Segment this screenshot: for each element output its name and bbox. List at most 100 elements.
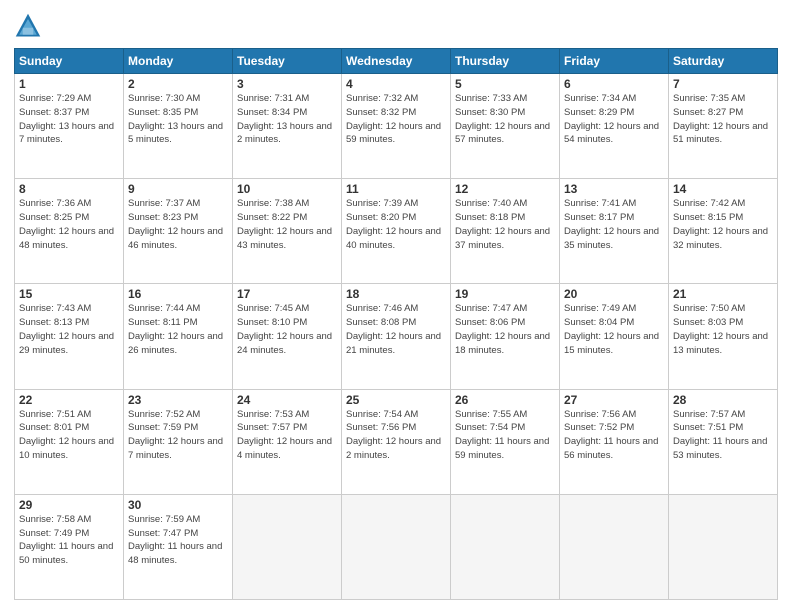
calendar-cell: 11 Sunrise: 7:39 AMSunset: 8:20 PMDaylig… [342, 179, 451, 284]
weekday-header-saturday: Saturday [669, 49, 778, 74]
day-number: 11 [346, 182, 446, 196]
day-number: 17 [237, 287, 337, 301]
day-info: Sunrise: 7:47 AMSunset: 8:06 PMDaylight:… [455, 303, 550, 355]
day-number: 7 [673, 77, 773, 91]
calendar-week-1: 1 Sunrise: 7:29 AMSunset: 8:37 PMDayligh… [15, 74, 778, 179]
calendar-cell [669, 494, 778, 599]
weekday-header-sunday: Sunday [15, 49, 124, 74]
calendar-cell: 17 Sunrise: 7:45 AMSunset: 8:10 PMDaylig… [233, 284, 342, 389]
day-info: Sunrise: 7:46 AMSunset: 8:08 PMDaylight:… [346, 303, 441, 355]
calendar-cell: 2 Sunrise: 7:30 AMSunset: 8:35 PMDayligh… [124, 74, 233, 179]
day-number: 10 [237, 182, 337, 196]
day-info: Sunrise: 7:40 AMSunset: 8:18 PMDaylight:… [455, 198, 550, 250]
header [14, 12, 778, 40]
day-number: 15 [19, 287, 119, 301]
day-info: Sunrise: 7:52 AMSunset: 7:59 PMDaylight:… [128, 409, 223, 461]
day-info: Sunrise: 7:45 AMSunset: 8:10 PMDaylight:… [237, 303, 332, 355]
logo-icon [14, 12, 42, 40]
day-info: Sunrise: 7:38 AMSunset: 8:22 PMDaylight:… [237, 198, 332, 250]
weekday-header-monday: Monday [124, 49, 233, 74]
day-info: Sunrise: 7:59 AMSunset: 7:47 PMDaylight:… [128, 514, 222, 566]
day-number: 14 [673, 182, 773, 196]
calendar-cell [233, 494, 342, 599]
calendar-cell: 6 Sunrise: 7:34 AMSunset: 8:29 PMDayligh… [560, 74, 669, 179]
day-number: 6 [564, 77, 664, 91]
calendar-cell: 22 Sunrise: 7:51 AMSunset: 8:01 PMDaylig… [15, 389, 124, 494]
day-info: Sunrise: 7:43 AMSunset: 8:13 PMDaylight:… [19, 303, 114, 355]
calendar-cell: 10 Sunrise: 7:38 AMSunset: 8:22 PMDaylig… [233, 179, 342, 284]
calendar-cell: 28 Sunrise: 7:57 AMSunset: 7:51 PMDaylig… [669, 389, 778, 494]
weekday-header-row: SundayMondayTuesdayWednesdayThursdayFrid… [15, 49, 778, 74]
calendar-cell: 23 Sunrise: 7:52 AMSunset: 7:59 PMDaylig… [124, 389, 233, 494]
day-info: Sunrise: 7:50 AMSunset: 8:03 PMDaylight:… [673, 303, 768, 355]
day-info: Sunrise: 7:41 AMSunset: 8:17 PMDaylight:… [564, 198, 659, 250]
day-number: 23 [128, 393, 228, 407]
calendar-cell: 30 Sunrise: 7:59 AMSunset: 7:47 PMDaylig… [124, 494, 233, 599]
day-info: Sunrise: 7:57 AMSunset: 7:51 PMDaylight:… [673, 409, 767, 461]
calendar-cell: 8 Sunrise: 7:36 AMSunset: 8:25 PMDayligh… [15, 179, 124, 284]
calendar-cell: 12 Sunrise: 7:40 AMSunset: 8:18 PMDaylig… [451, 179, 560, 284]
day-info: Sunrise: 7:29 AMSunset: 8:37 PMDaylight:… [19, 93, 114, 145]
weekday-header-thursday: Thursday [451, 49, 560, 74]
day-info: Sunrise: 7:49 AMSunset: 8:04 PMDaylight:… [564, 303, 659, 355]
day-info: Sunrise: 7:33 AMSunset: 8:30 PMDaylight:… [455, 93, 550, 145]
page: SundayMondayTuesdayWednesdayThursdayFrid… [0, 0, 792, 612]
calendar-cell: 13 Sunrise: 7:41 AMSunset: 8:17 PMDaylig… [560, 179, 669, 284]
day-info: Sunrise: 7:55 AMSunset: 7:54 PMDaylight:… [455, 409, 549, 461]
weekday-header-wednesday: Wednesday [342, 49, 451, 74]
calendar-table: SundayMondayTuesdayWednesdayThursdayFrid… [14, 48, 778, 600]
day-number: 26 [455, 393, 555, 407]
calendar-cell: 25 Sunrise: 7:54 AMSunset: 7:56 PMDaylig… [342, 389, 451, 494]
calendar-cell: 14 Sunrise: 7:42 AMSunset: 8:15 PMDaylig… [669, 179, 778, 284]
calendar-cell: 24 Sunrise: 7:53 AMSunset: 7:57 PMDaylig… [233, 389, 342, 494]
calendar-cell: 20 Sunrise: 7:49 AMSunset: 8:04 PMDaylig… [560, 284, 669, 389]
calendar-cell: 19 Sunrise: 7:47 AMSunset: 8:06 PMDaylig… [451, 284, 560, 389]
day-number: 3 [237, 77, 337, 91]
day-number: 27 [564, 393, 664, 407]
calendar-cell: 1 Sunrise: 7:29 AMSunset: 8:37 PMDayligh… [15, 74, 124, 179]
day-info: Sunrise: 7:39 AMSunset: 8:20 PMDaylight:… [346, 198, 441, 250]
day-info: Sunrise: 7:44 AMSunset: 8:11 PMDaylight:… [128, 303, 223, 355]
calendar-week-4: 22 Sunrise: 7:51 AMSunset: 8:01 PMDaylig… [15, 389, 778, 494]
day-info: Sunrise: 7:37 AMSunset: 8:23 PMDaylight:… [128, 198, 223, 250]
day-info: Sunrise: 7:34 AMSunset: 8:29 PMDaylight:… [564, 93, 659, 145]
weekday-header-tuesday: Tuesday [233, 49, 342, 74]
calendar-cell: 9 Sunrise: 7:37 AMSunset: 8:23 PMDayligh… [124, 179, 233, 284]
day-number: 19 [455, 287, 555, 301]
day-number: 20 [564, 287, 664, 301]
day-number: 25 [346, 393, 446, 407]
day-number: 2 [128, 77, 228, 91]
day-info: Sunrise: 7:54 AMSunset: 7:56 PMDaylight:… [346, 409, 441, 461]
calendar-cell: 15 Sunrise: 7:43 AMSunset: 8:13 PMDaylig… [15, 284, 124, 389]
day-number: 22 [19, 393, 119, 407]
day-number: 9 [128, 182, 228, 196]
day-number: 30 [128, 498, 228, 512]
day-info: Sunrise: 7:36 AMSunset: 8:25 PMDaylight:… [19, 198, 114, 250]
calendar-cell: 27 Sunrise: 7:56 AMSunset: 7:52 PMDaylig… [560, 389, 669, 494]
day-number: 18 [346, 287, 446, 301]
day-number: 1 [19, 77, 119, 91]
calendar-cell: 16 Sunrise: 7:44 AMSunset: 8:11 PMDaylig… [124, 284, 233, 389]
day-info: Sunrise: 7:31 AMSunset: 8:34 PMDaylight:… [237, 93, 332, 145]
day-info: Sunrise: 7:32 AMSunset: 8:32 PMDaylight:… [346, 93, 441, 145]
day-info: Sunrise: 7:56 AMSunset: 7:52 PMDaylight:… [564, 409, 658, 461]
calendar-cell: 5 Sunrise: 7:33 AMSunset: 8:30 PMDayligh… [451, 74, 560, 179]
day-number: 4 [346, 77, 446, 91]
day-info: Sunrise: 7:42 AMSunset: 8:15 PMDaylight:… [673, 198, 768, 250]
day-number: 5 [455, 77, 555, 91]
calendar-cell [451, 494, 560, 599]
day-number: 13 [564, 182, 664, 196]
day-info: Sunrise: 7:53 AMSunset: 7:57 PMDaylight:… [237, 409, 332, 461]
day-number: 28 [673, 393, 773, 407]
day-number: 12 [455, 182, 555, 196]
day-info: Sunrise: 7:58 AMSunset: 7:49 PMDaylight:… [19, 514, 113, 566]
calendar-cell: 29 Sunrise: 7:58 AMSunset: 7:49 PMDaylig… [15, 494, 124, 599]
calendar-cell [560, 494, 669, 599]
calendar-week-3: 15 Sunrise: 7:43 AMSunset: 8:13 PMDaylig… [15, 284, 778, 389]
calendar-cell: 7 Sunrise: 7:35 AMSunset: 8:27 PMDayligh… [669, 74, 778, 179]
logo [14, 12, 46, 40]
calendar-cell: 21 Sunrise: 7:50 AMSunset: 8:03 PMDaylig… [669, 284, 778, 389]
calendar-week-5: 29 Sunrise: 7:58 AMSunset: 7:49 PMDaylig… [15, 494, 778, 599]
weekday-header-friday: Friday [560, 49, 669, 74]
calendar-cell: 3 Sunrise: 7:31 AMSunset: 8:34 PMDayligh… [233, 74, 342, 179]
